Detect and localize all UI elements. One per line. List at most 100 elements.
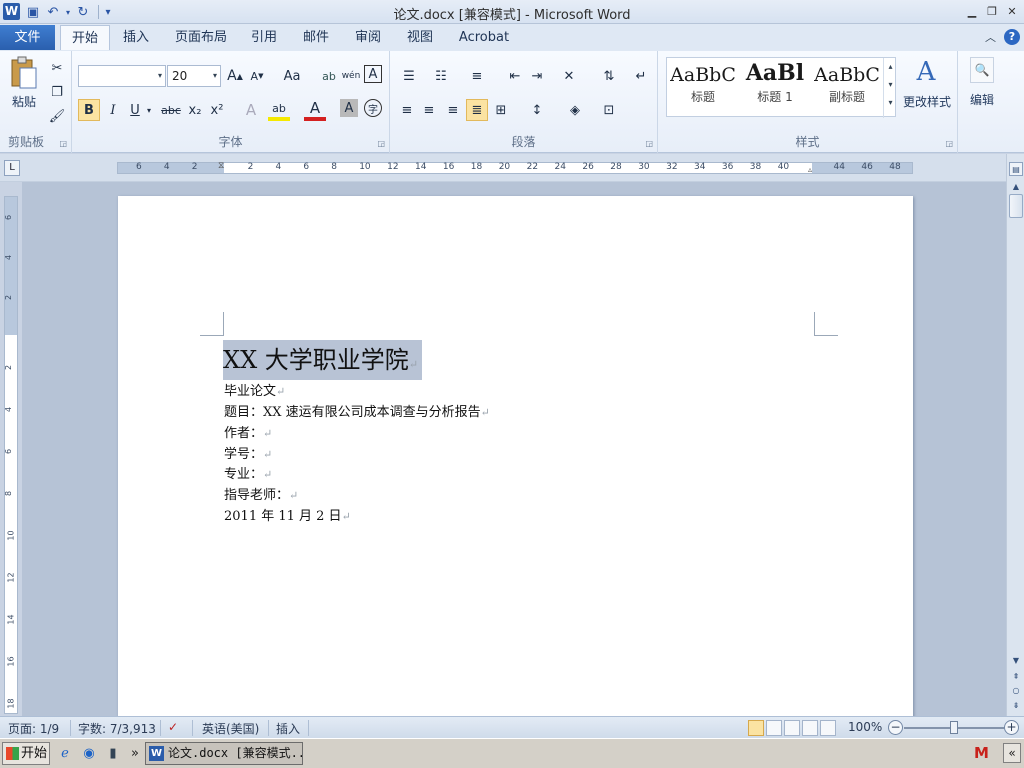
tab-insert[interactable]: 插入 [114,25,158,50]
find-icon[interactable]: 🔍 [970,57,994,83]
character-border-icon[interactable]: A [364,65,382,83]
scroll-thumb[interactable] [1009,194,1023,218]
distributed-icon[interactable]: ⊞ [490,99,512,121]
restore-icon[interactable]: ❐ [984,3,1000,19]
web-layout-icon[interactable] [784,720,800,736]
paste-button[interactable]: 粘贴 [6,93,42,110]
underline-dropdown-icon[interactable]: ▾ [144,99,154,121]
close-icon[interactable]: ✕ [1004,3,1020,19]
doc-line[interactable]: 指导老师：↵ [224,484,298,503]
superscript-button[interactable]: x² [206,99,228,121]
tray-collapse-icon[interactable]: « [1003,743,1021,763]
paste-icon[interactable] [8,55,40,91]
doc-line[interactable]: 2011 年 11 月 2 日↵ [224,505,351,524]
highlight-icon[interactable]: ab [268,99,290,121]
text-effects-icon[interactable]: A [240,99,262,121]
status-language[interactable]: 英语(美国) [202,720,259,737]
strikethrough-button[interactable]: abc [158,99,184,121]
scroll-down-icon[interactable]: ▼ [1009,654,1023,668]
zoom-level[interactable]: 100% [848,720,882,734]
tab-selector[interactable]: L [4,160,20,176]
format-painter-icon[interactable]: 🖌 [46,105,68,127]
copy-icon[interactable]: ❐ [46,81,68,103]
prev-page-icon[interactable]: ⇞ [1009,670,1023,684]
font-name-combo[interactable]: ▾ [78,65,166,87]
grow-font-icon[interactable]: A ▲ [224,65,246,87]
quicklaunch-more-icon[interactable]: » [126,745,144,763]
decrease-indent-icon[interactable]: ⇤ [504,65,526,87]
style-title[interactable]: AaBbC 标题 [667,58,739,118]
show-marks-icon[interactable]: ↵ [630,65,652,87]
outline-view-icon[interactable] [802,720,818,736]
document-area[interactable]: XX 大学职业学院↵ 毕业论文↵ 题目：XX 速运有限公司成本调查与分析报告↵ … [22,182,1006,716]
zoom-slider-thumb[interactable] [950,721,958,734]
status-word-count[interactable]: 字数: 7/3,913 [78,720,156,737]
cut-icon[interactable]: ✂ [46,57,68,79]
multilevel-list-icon[interactable]: ≡ [466,65,488,87]
align-center-icon[interactable]: ≡ [418,99,440,121]
enclose-characters-icon[interactable]: 字 [364,99,382,117]
doc-line[interactable]: 学号：↵ [224,443,272,462]
subscript-button[interactable]: x₂ [184,99,206,121]
style-subtitle[interactable]: AaBbC 副标题 [811,58,883,118]
numbering-icon[interactable]: ☷ [430,65,452,87]
horizontal-ruler[interactable]: 6 4 2 2 4 6 8 10 12 14 16 18 20 22 24 26 28 30 32 34 36 38 40 4… [117,161,913,174]
increase-indent-icon[interactable]: ⇥ [526,65,548,87]
align-right-icon[interactable]: ≡ [442,99,464,121]
paragraph-launcher-icon[interactable]: ◲ [645,139,653,148]
styles-scroll[interactable]: ▴ ▾ ▾ [883,58,897,118]
first-line-indent-marker[interactable]: ⧖ [218,161,224,171]
tab-mailings[interactable]: 邮件 [296,25,336,50]
scroll-up-icon[interactable]: ▲ [1009,180,1023,194]
doc-line[interactable]: 题目：XX 速运有限公司成本调查与分析报告↵ [224,401,490,420]
quicklaunch-player-icon[interactable]: ▮ [104,745,122,763]
tab-review[interactable]: 审阅 [348,25,388,50]
font-color-icon[interactable]: A [304,99,326,121]
tab-home[interactable]: 开始 [60,25,110,50]
chinese-layout-icon[interactable]: ✕ [558,65,580,87]
help-icon[interactable]: ? [1004,29,1020,45]
borders-icon[interactable]: ⊡ [598,99,620,121]
clear-format-icon[interactable]: ab [318,65,340,87]
tab-references[interactable]: 引用 [244,25,284,50]
clipboard-launcher-icon[interactable]: ◲ [59,139,67,148]
shrink-font-icon[interactable]: A ▼ [246,65,268,87]
taskbar-word-item[interactable]: W 论文.docx [兼容模式... [145,742,303,765]
document-page[interactable]: XX 大学职业学院↵ 毕业论文↵ 题目：XX 速运有限公司成本调查与分析报告↵ … [118,196,913,716]
tray-app-icon[interactable]: M [974,744,992,762]
phonetic-guide-icon[interactable]: wén [340,65,362,87]
document-title[interactable]: XX 大学职业学院↵ [223,340,423,380]
right-indent-marker[interactable]: ▵ [808,165,812,174]
view-ruler-icon[interactable]: ▤ [1009,162,1023,176]
vertical-ruler[interactable]: 6 4 2 2 4 6 8 10 12 14 16 18 [4,196,18,714]
sort-icon[interactable]: ⇅ [598,65,620,87]
italic-button[interactable]: I [102,99,124,121]
full-screen-reading-icon[interactable] [766,720,782,736]
status-insert-mode[interactable]: 插入 [276,720,300,737]
tab-file[interactable]: 文件 [0,25,55,50]
quicklaunch-browser-icon[interactable]: ◉ [80,745,98,763]
select-browse-object-icon[interactable]: ○ [1009,684,1023,698]
editing-button[interactable]: 编辑 [962,91,1002,108]
font-size-combo[interactable]: 20 ▾ [167,65,221,87]
bullets-icon[interactable]: ☰ [398,65,420,87]
align-left-icon[interactable]: ≡ [396,99,418,121]
doc-line[interactable]: 毕业论文↵ [224,380,285,399]
line-spacing-icon[interactable]: ↕ [526,99,548,121]
shading-icon[interactable]: ◈ [564,99,586,121]
doc-line[interactable]: 作者：↵ [224,422,272,441]
underline-button[interactable]: U [124,99,146,121]
vertical-scrollbar[interactable]: ▤ ▲ ▼ ⇞ ○ ⇟ [1006,154,1024,716]
print-layout-view-icon[interactable] [748,720,764,736]
minimize-ribbon-icon[interactable]: ︿ [985,29,996,45]
proofing-icon[interactable]: ✓ [168,720,178,734]
next-page-icon[interactable]: ⇟ [1009,699,1023,713]
bold-button[interactable]: B [78,99,100,121]
font-launcher-icon[interactable]: ◲ [377,139,385,148]
zoom-out-icon[interactable]: − [888,720,903,735]
tab-page-layout[interactable]: 页面布局 [168,25,234,50]
quicklaunch-ie-icon[interactable]: ℯ [56,745,74,763]
start-button[interactable]: 开始 [2,742,50,765]
minimize-icon[interactable]: ▁ [964,3,980,19]
style-heading1[interactable]: AaBl 标题 1 [739,58,811,118]
